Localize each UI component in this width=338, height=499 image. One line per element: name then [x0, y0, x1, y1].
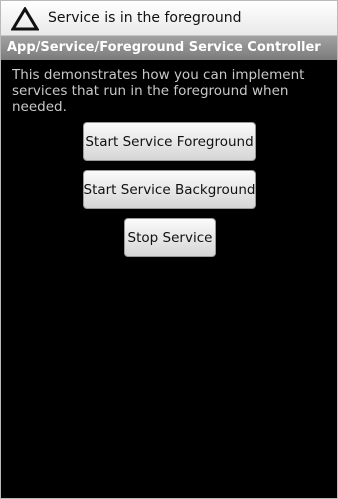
activity-title: App/Service/Foreground Service Controlle…: [7, 40, 321, 55]
start-service-background-button[interactable]: Start Service Background: [83, 170, 256, 209]
status-text: Service is in the foreground: [48, 10, 242, 26]
title-bar: App/Service/Foreground Service Controlle…: [1, 36, 337, 60]
description-text: This demonstrates how you can implement …: [12, 67, 305, 115]
notification-status-bar[interactable]: Service is in the foreground: [1, 1, 337, 36]
main-content: This demonstrates how you can implement …: [1, 60, 337, 498]
start-service-foreground-button[interactable]: Start Service Foreground: [83, 122, 256, 161]
warning-triangle-icon: [10, 6, 40, 31]
stop-service-button[interactable]: Stop Service: [124, 218, 216, 257]
app-window: Service is in the foreground App/Service…: [0, 0, 338, 499]
